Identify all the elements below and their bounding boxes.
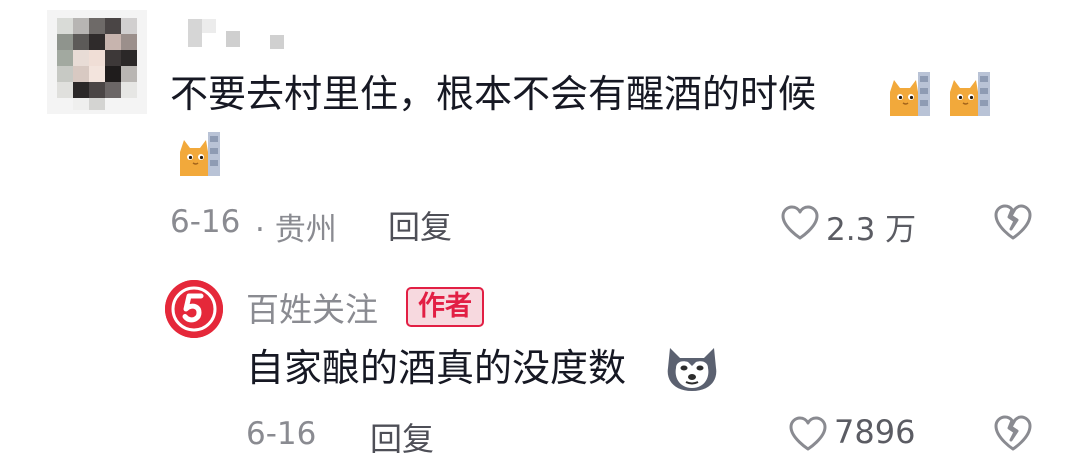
- commenter-username-blurred[interactable]: [185, 17, 305, 57]
- reply-button[interactable]: 回复: [370, 414, 434, 455]
- reply-date: 6-16: [246, 416, 317, 452]
- dislike-broken-heart-icon[interactable]: [993, 203, 1033, 245]
- cat-peek-emoji: [886, 70, 934, 122]
- like-count: 2.3 万: [826, 212, 917, 248]
- commenter-avatar[interactable]: [47, 10, 147, 114]
- cat-peek-emoji: [946, 70, 994, 122]
- comment-location: · 贵州: [255, 212, 337, 248]
- like-heart-icon[interactable]: [780, 205, 820, 245]
- author-username[interactable]: 百姓关注: [246, 283, 378, 331]
- dislike-broken-heart-icon[interactable]: [993, 414, 1033, 455]
- cat-peek-emoji: [176, 130, 224, 182]
- comment-date: 6-16: [170, 204, 241, 240]
- like-heart-icon[interactable]: [788, 416, 828, 455]
- like-count: 7896: [834, 413, 916, 451]
- comment-text: 不要去村里住，根本不会有醒酒的时候: [170, 72, 817, 116]
- author-badge: 作者: [406, 287, 484, 327]
- reply-button[interactable]: 回复: [388, 202, 452, 248]
- author-avatar[interactable]: [165, 280, 223, 338]
- husky-emoji: [664, 344, 720, 398]
- author-reply-text: 自家酿的酒真的没度数: [246, 346, 627, 390]
